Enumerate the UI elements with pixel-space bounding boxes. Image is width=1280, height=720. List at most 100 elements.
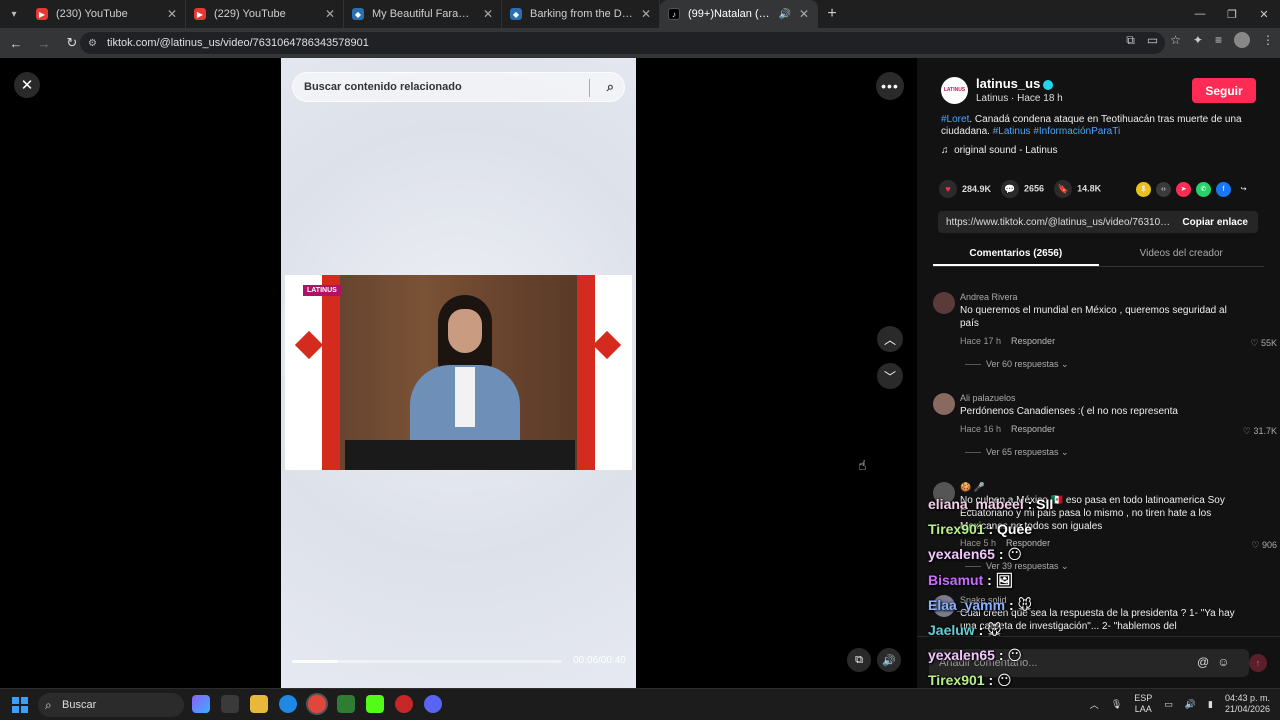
copy-link-button[interactable]: Copiar enlace: [1172, 217, 1258, 228]
tab-search-icon[interactable]: ▾: [0, 0, 28, 28]
windows-start-icon[interactable]: [12, 697, 28, 713]
comment-author[interactable]: Andrea Rivera: [960, 292, 1018, 302]
copilot-icon[interactable]: [192, 695, 210, 713]
url-bar[interactable]: ⚙ tiktok.com/@latinus_us/video/763106478…: [80, 32, 1165, 54]
browser-tab-bar: ▾ ▶ (230) YouTube ✕ ▶ (229) YouTube ✕ ◆ …: [0, 0, 1280, 28]
language-indicator[interactable]: ESP LAA: [1134, 693, 1152, 715]
microphone-icon[interactable]: 🎙: [1111, 699, 1122, 710]
reply-button[interactable]: Responder: [1011, 336, 1055, 346]
hashtag-link[interactable]: #Latinus: [993, 126, 1031, 137]
avatar[interactable]: [933, 393, 955, 415]
comment-like-button[interactable]: ♡ 55K: [1250, 338, 1277, 349]
hashtag-link[interactable]: #InformaciónParaTi: [1033, 126, 1120, 137]
coin-icon[interactable]: $: [1136, 182, 1151, 197]
hashtag-link[interactable]: #Loret: [941, 114, 969, 125]
tab-title: (230) YouTube: [56, 8, 128, 20]
comment-author[interactable]: 🍪 🎤: [960, 482, 985, 493]
url-text: tiktok.com/@latinus_us/video/76310647863…: [106, 37, 369, 49]
app-icon[interactable]: [337, 695, 355, 713]
mini-player-icon[interactable]: ⧉: [847, 648, 871, 672]
sound-link[interactable]: ♫ original sound - Latinus: [941, 145, 1057, 156]
store-icon[interactable]: [221, 695, 239, 713]
embed-icon[interactable]: ‹›: [1156, 182, 1171, 197]
mention-icon[interactable]: @: [1197, 655, 1209, 669]
file-explorer-icon[interactable]: [250, 695, 268, 713]
close-tab-icon[interactable]: ✕: [641, 7, 651, 21]
volume-icon[interactable]: 🔊: [1185, 699, 1196, 710]
battery-icon[interactable]: ▮: [1208, 699, 1213, 710]
view-replies-link[interactable]: Ver 65 respuestas ⌄: [965, 447, 1069, 458]
cast-icon[interactable]: ▭: [1147, 33, 1158, 47]
restore-icon[interactable]: ❐: [1216, 0, 1248, 28]
share-icon[interactable]: ↪: [1236, 182, 1251, 197]
speaker-icon[interactable]: 🔊: [778, 9, 790, 20]
send-icon[interactable]: ➤: [1176, 182, 1191, 197]
like-button[interactable]: ♥ 284.9K: [939, 180, 991, 198]
tab-steam-1[interactable]: ◆ My Beautiful Faraway, Please D ✕: [344, 0, 502, 28]
kick-icon[interactable]: [366, 695, 384, 713]
comment-author[interactable]: Ali palazuelos: [960, 393, 1016, 403]
close-tab-icon[interactable]: ✕: [325, 7, 335, 21]
tab-steam-2[interactable]: ◆ Barking from the Dark en Steam ✕: [502, 0, 660, 28]
chevron-up-icon[interactable]: ︿: [1090, 698, 1099, 711]
reply-button[interactable]: Responder: [1011, 424, 1055, 434]
system-tray: ︿ 🎙 ESP LAA ▭ 🔊 ▮ 04:43 p. m. 21/04/2026: [1090, 693, 1270, 715]
close-window-icon[interactable]: ✕: [1248, 0, 1280, 28]
tab-youtube-1[interactable]: ▶ (230) YouTube ✕: [28, 0, 186, 28]
menu-icon[interactable]: ⋮: [1262, 33, 1274, 47]
next-video-icon[interactable]: ﹀: [877, 363, 903, 389]
video-player[interactable]: Buscar contenido relacionado ⌕ LATINUS 0…: [281, 58, 636, 688]
edge-icon[interactable]: [279, 695, 297, 713]
close-tab-icon[interactable]: ✕: [483, 7, 493, 21]
app-icon[interactable]: [395, 695, 413, 713]
view-replies-link[interactable]: Ver 60 respuestas ⌄: [965, 359, 1069, 370]
comment-button[interactable]: 💬 2656: [1001, 180, 1044, 198]
youtube-icon: ▶: [194, 8, 206, 20]
close-tab-icon[interactable]: ✕: [167, 7, 177, 21]
send-comment-button[interactable]: ↑: [1249, 654, 1267, 672]
follow-button[interactable]: Seguir: [1192, 78, 1256, 103]
tab-comments[interactable]: Comentarios (2656): [933, 243, 1099, 266]
taskbar-search[interactable]: ⌕ Buscar: [38, 693, 184, 717]
back-button[interactable]: ←: [4, 31, 28, 55]
extensions-icon[interactable]: ✦: [1193, 33, 1203, 47]
facebook-icon[interactable]: f: [1216, 182, 1231, 197]
more-options-icon[interactable]: •••: [876, 72, 904, 100]
profile-avatar[interactable]: [1234, 32, 1250, 48]
new-tab-button[interactable]: +: [818, 5, 846, 23]
forward-button[interactable]: →: [32, 31, 56, 55]
comment-like-button[interactable]: ♡ 906: [1251, 540, 1277, 551]
clock[interactable]: 04:43 p. m. 21/04/2026: [1225, 693, 1270, 715]
bookmark-star-icon[interactable]: ☆: [1170, 33, 1181, 47]
save-button[interactable]: 🔖 14.8K: [1054, 180, 1101, 198]
avatar[interactable]: LATINUS: [941, 76, 968, 104]
whatsapp-icon[interactable]: ✆: [1196, 182, 1211, 197]
video-progress-bar[interactable]: [292, 660, 562, 663]
avatar[interactable]: [933, 292, 955, 314]
previous-video-icon[interactable]: ︿: [877, 326, 903, 352]
related-search-input[interactable]: Buscar contenido relacionado ⌕: [292, 72, 625, 102]
tab-tiktok[interactable]: ♪ (99+)Natalan (@natalanx) | 🔊 ✕: [660, 0, 818, 28]
tab-creator-videos[interactable]: Videos del creador: [1099, 243, 1265, 266]
close-tab-icon[interactable]: ✕: [799, 7, 809, 21]
share-link-text[interactable]: https://www.tiktok.com/@latinus_us/video…: [938, 217, 1172, 228]
steam-icon: ◆: [510, 8, 522, 20]
translate-icon[interactable]: ⧉: [1126, 33, 1135, 48]
volume-icon[interactable]: 🔊: [877, 648, 901, 672]
music-note-icon: ♫: [941, 145, 949, 156]
discord-icon[interactable]: [424, 695, 442, 713]
network-icon[interactable]: ▭: [1164, 699, 1173, 710]
emoji-icon[interactable]: ☺: [1217, 655, 1229, 669]
media-control-icon[interactable]: ≡: [1215, 33, 1222, 47]
author-name[interactable]: latinus_us: [976, 76, 1063, 91]
minimize-icon[interactable]: —: [1184, 0, 1216, 28]
search-icon[interactable]: ⌕: [607, 79, 614, 95]
comment-item: Ali palazuelos Perdónenos Canadienses :(…: [933, 393, 1277, 463]
chrome-icon[interactable]: [308, 695, 326, 713]
author-info[interactable]: LATINUS latinus_us Latinus · Hace 18 h: [941, 76, 1063, 104]
site-info-icon[interactable]: ⚙: [88, 38, 97, 49]
tab-title: Barking from the Dark en Steam: [530, 8, 633, 20]
close-icon[interactable]: ✕: [14, 72, 40, 98]
comment-like-button[interactable]: ♡ 31.7K: [1243, 426, 1277, 437]
tab-youtube-2[interactable]: ▶ (229) YouTube ✕: [186, 0, 344, 28]
